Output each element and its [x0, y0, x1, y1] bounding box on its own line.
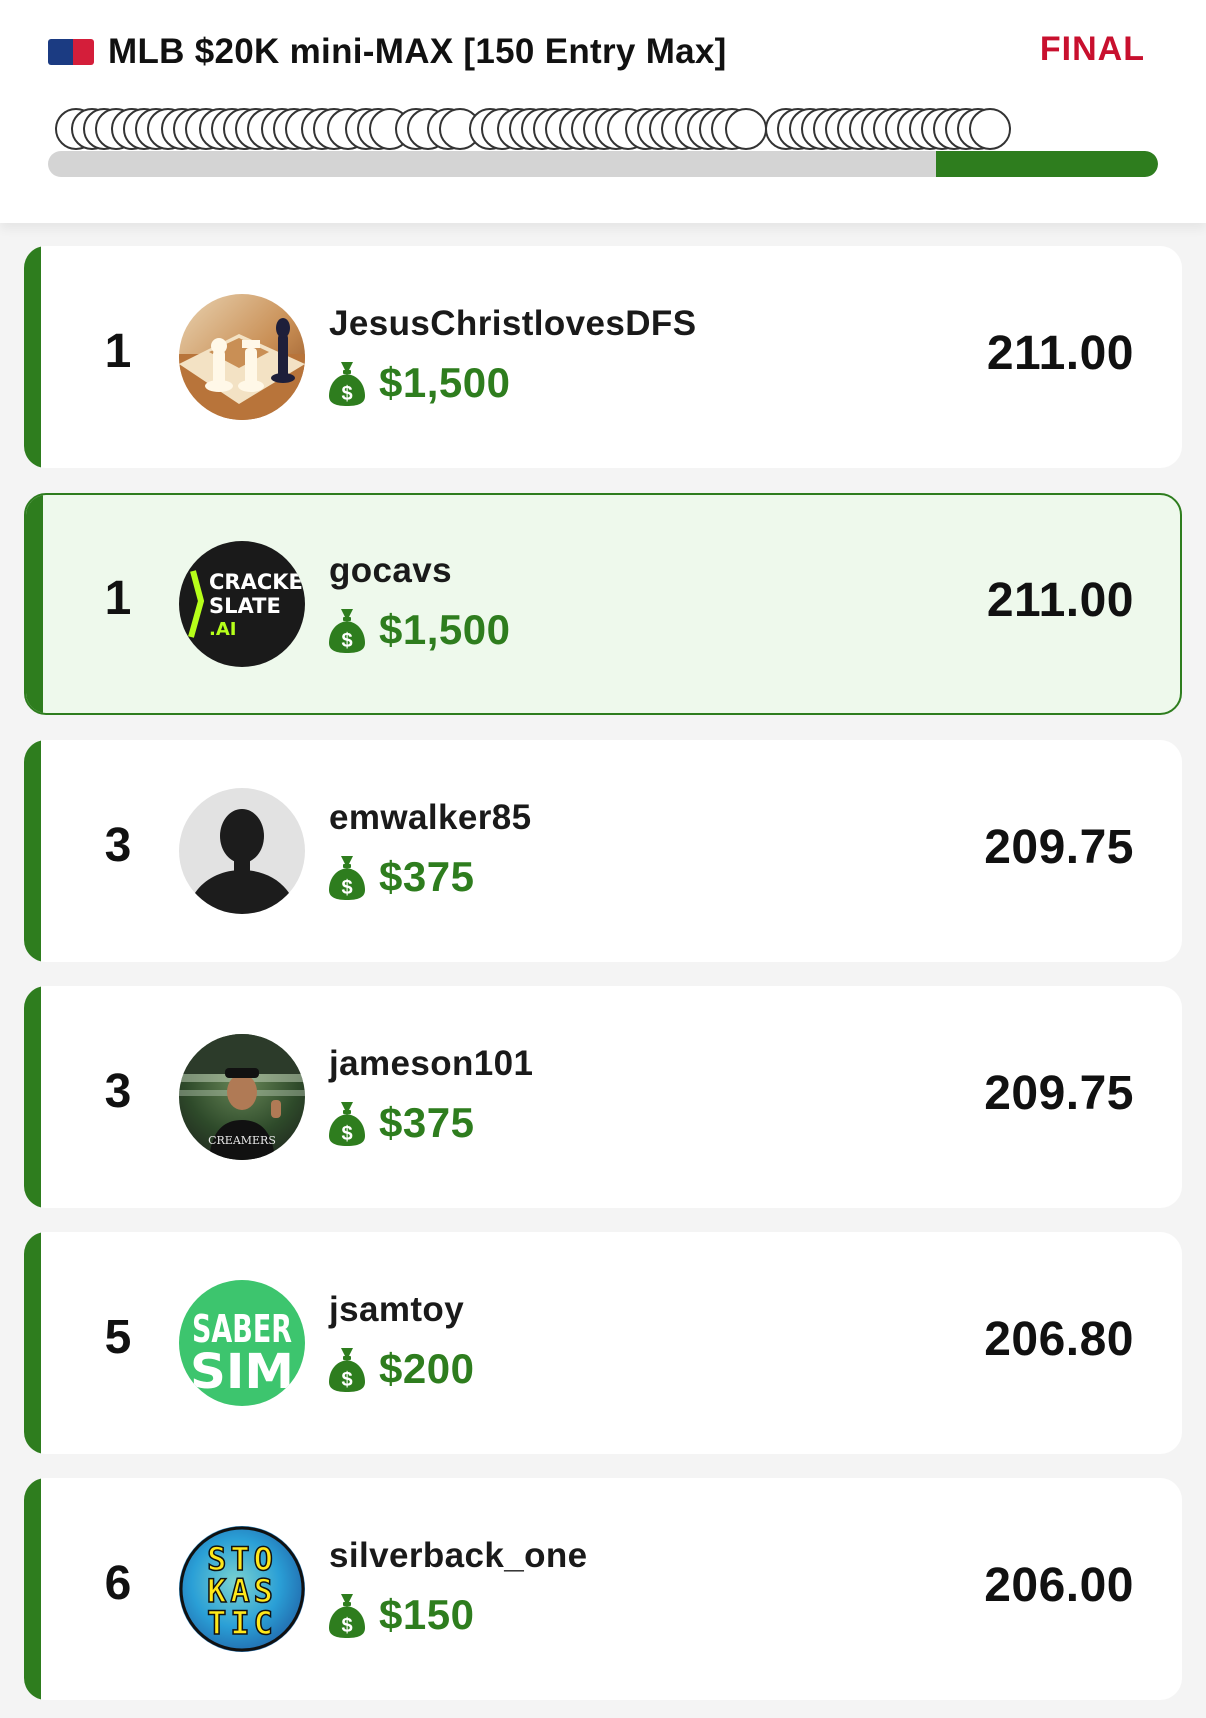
money-bag-icon: $ — [329, 1102, 365, 1146]
photo-avatar[interactable]: CREAMERS — [179, 1034, 305, 1160]
svg-text:$: $ — [341, 1369, 352, 1391]
score: 211.00 — [986, 574, 1134, 627]
svg-text:$: $ — [341, 877, 352, 899]
avatar-text-line-3: .AI — [209, 619, 236, 640]
sabersim-avatar[interactable]: SABER SIM — [179, 1280, 305, 1406]
username[interactable]: silverback_one — [329, 1536, 588, 1576]
avatar-text-line-3: TIC — [207, 1604, 277, 1642]
score: 209.75 — [984, 821, 1134, 874]
leaderboard-row[interactable]: 3 emwalker85 $ $375 209.75 — [24, 740, 1182, 962]
prize-row: $ $150 — [327, 1590, 474, 1640]
leaderboard-row[interactable]: 1 JesusChristlovesDFS $ $1,500 211.00 — [24, 246, 1182, 468]
svg-text:$: $ — [341, 1615, 352, 1637]
leaderboard-row[interactable]: 3 CREAMERS jameson101 $ $375 209.75 — [24, 986, 1182, 1208]
money-bag-icon: $ — [329, 1348, 365, 1392]
username[interactable]: JesusChristlovesDFS — [329, 304, 696, 344]
entrant-avatar-circle[interactable] — [969, 108, 1011, 150]
prize-row: $ $1,500 — [327, 358, 510, 408]
prize-amount: $150 — [379, 1591, 475, 1638]
username[interactable]: jameson101 — [329, 1044, 533, 1084]
row-accent — [24, 1478, 41, 1700]
leaderboard-row-current-user[interactable]: 1 CRACKED SLATE .AI gocavs $ $1,500 211.… — [24, 493, 1182, 715]
entrant-avatar-circle[interactable] — [725, 108, 767, 150]
default-user-avatar[interactable] — [179, 788, 305, 914]
entrant-avatars-strip[interactable] — [55, 108, 1155, 150]
username[interactable]: gocavs — [329, 551, 452, 591]
svg-text:CREAMERS: CREAMERS — [208, 1134, 276, 1147]
contest-title: MLB $20K mini-MAX [150 Entry Max] — [108, 32, 727, 71]
row-accent — [24, 246, 41, 468]
contest-header: MLB $20K mini-MAX [150 Entry Max] FINAL — [0, 0, 1206, 223]
contest-progress-bar — [48, 151, 1158, 177]
score: 206.80 — [984, 1313, 1134, 1366]
rank: 1 — [104, 572, 132, 625]
row-accent — [24, 1232, 41, 1454]
avatar-text-line-1: CRACKED — [209, 570, 305, 594]
prize-row: $ $1,500 — [327, 605, 510, 655]
stokastic-avatar[interactable]: STO KAS TIC — [179, 1526, 305, 1652]
prize-amount: $1,500 — [379, 359, 511, 406]
title-row: MLB $20K mini-MAX [150 Entry Max] — [48, 28, 1148, 76]
prize-amount: $375 — [379, 1099, 475, 1146]
rank: 5 — [104, 1311, 132, 1364]
score: 211.00 — [986, 327, 1134, 380]
row-accent — [24, 986, 41, 1208]
svg-text:$: $ — [341, 630, 352, 652]
leaderboard-row[interactable]: 6 STO KAS TIC silverback_one $ $150 206.… — [24, 1478, 1182, 1700]
leaderboard-row[interactable]: 5 SABER SIM jsamtoy $ $200 206.80 — [24, 1232, 1182, 1454]
score: 206.00 — [984, 1559, 1134, 1612]
svg-text:$: $ — [341, 1123, 352, 1145]
contest-progress-fill — [936, 151, 1158, 177]
prize-row: $ $375 — [327, 852, 474, 902]
contest-status: FINAL — [1039, 30, 1145, 68]
prize-row: $ $200 — [327, 1344, 474, 1394]
username[interactable]: emwalker85 — [329, 798, 531, 838]
money-bag-icon: $ — [329, 609, 365, 653]
rank: 1 — [104, 325, 132, 378]
cracked-slate-avatar[interactable]: CRACKED SLATE .AI — [179, 541, 305, 667]
money-bag-icon: $ — [329, 856, 365, 900]
avatar-text-line-2: SLATE — [209, 594, 281, 618]
row-accent — [24, 740, 41, 962]
money-bag-icon: $ — [329, 1594, 365, 1638]
avatar-text-line-2: SIM — [190, 1344, 294, 1400]
username[interactable]: jsamtoy — [329, 1290, 464, 1330]
rank: 3 — [104, 1065, 132, 1118]
prize-amount: $1,500 — [379, 606, 511, 653]
money-bag-icon: $ — [329, 362, 365, 406]
rank: 6 — [104, 1557, 132, 1610]
rank: 3 — [104, 819, 132, 872]
chess-avatar[interactable] — [179, 294, 305, 420]
prize-amount: $200 — [379, 1345, 475, 1392]
score: 209.75 — [984, 1067, 1134, 1120]
prize-amount: $375 — [379, 853, 475, 900]
mlb-logo-icon — [48, 39, 94, 65]
svg-text:$: $ — [341, 383, 352, 405]
prize-row: $ $375 — [327, 1098, 474, 1148]
row-accent — [26, 495, 43, 713]
